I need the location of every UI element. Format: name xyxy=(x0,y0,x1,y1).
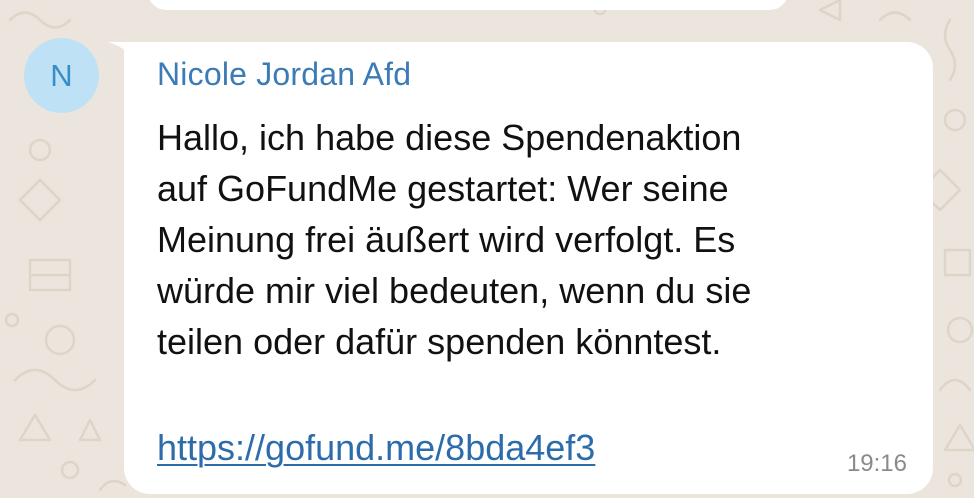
gofundme-link[interactable]: https://gofund.me/8bda4ef3 xyxy=(157,422,595,473)
message-text: Hallo, ich habe diese Spendenaktion auf … xyxy=(157,117,752,362)
sender-name[interactable]: Nicole Jordan Afd xyxy=(157,56,411,93)
message-bubble[interactable]: Nicole Jordan Afd Hallo, ich habe diese … xyxy=(124,42,933,494)
message-timestamp: 19:16 xyxy=(846,450,907,477)
avatar-initial: N xyxy=(50,57,73,93)
previous-message-bubble xyxy=(148,0,788,10)
avatar[interactable]: N xyxy=(24,38,99,113)
